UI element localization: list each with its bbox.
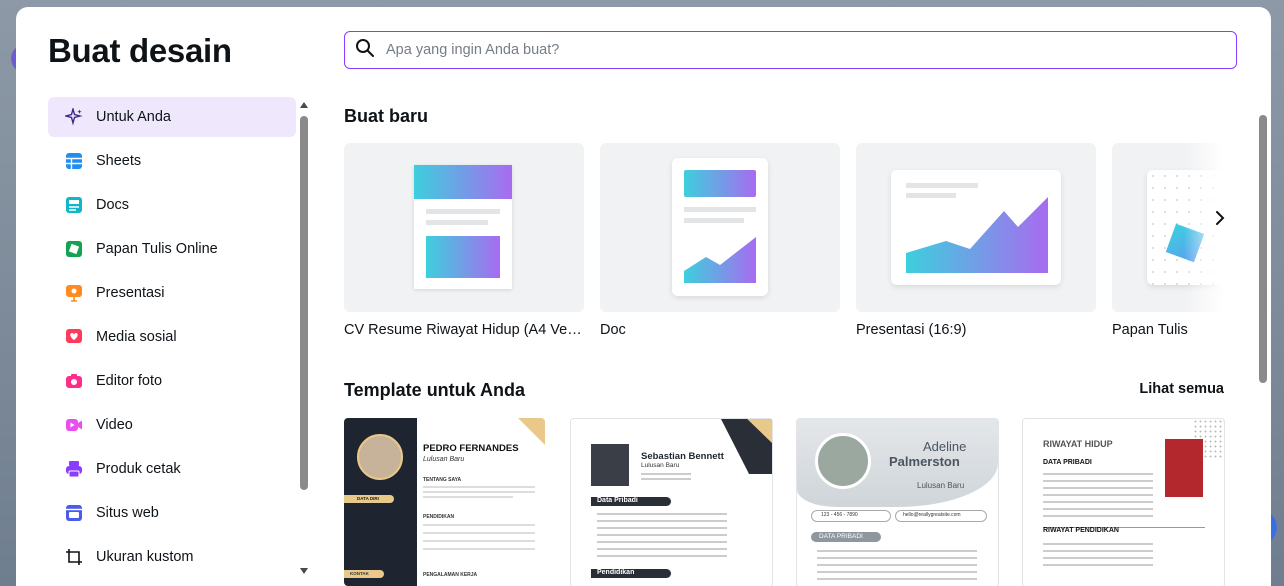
scroll-up-arrow-icon[interactable] bbox=[300, 102, 308, 108]
create-card-doc[interactable]: Doc bbox=[600, 143, 840, 338]
camera-icon bbox=[65, 372, 83, 390]
create-new-heading: Buat baru bbox=[344, 106, 429, 126]
template-subtitle: Lulusan Baru bbox=[641, 462, 680, 469]
sidebar-item-label: Editor foto bbox=[96, 373, 163, 389]
website-icon bbox=[65, 504, 83, 522]
templates-heading: Template untuk Anda bbox=[344, 380, 526, 400]
chevron-right-icon bbox=[1215, 210, 1225, 230]
template-section: PENDIDIKAN bbox=[423, 514, 455, 520]
template-card-riwayat[interactable]: RIWAYAT HIDUP DATA PRIBADI RIWAYAT PENDI… bbox=[1022, 418, 1225, 586]
template-section: Pendidikan bbox=[597, 569, 635, 576]
modal-title: Buat desain bbox=[48, 32, 232, 69]
card-label: Presentasi (16:9) bbox=[856, 322, 967, 338]
template-section: DATA DIRI bbox=[357, 496, 379, 501]
whiteboard-icon bbox=[65, 240, 83, 258]
template-card-pedro[interactable]: PEDRO FERNANDES Lulusan Baru DATA DIRI T… bbox=[344, 418, 545, 586]
main-scrollbar-thumb[interactable] bbox=[1259, 115, 1267, 383]
crop-icon bbox=[65, 548, 83, 566]
create-card-presentation[interactable]: Presentasi (16:9) bbox=[856, 143, 1096, 338]
avatar bbox=[1165, 439, 1203, 497]
template-section: Data Pribadi bbox=[597, 497, 638, 504]
sidebar-item-label: Papan Tulis Online bbox=[96, 241, 218, 257]
search-input[interactable] bbox=[384, 41, 1208, 59]
sidebar-item-media-sosial[interactable]: Media sosial bbox=[48, 317, 296, 357]
sidebar-item-docs[interactable]: Docs bbox=[48, 185, 296, 225]
template-section: DATA PRIBADI bbox=[1043, 459, 1092, 466]
sidebar-item-label: Media sosial bbox=[96, 329, 177, 345]
sheets-icon bbox=[65, 152, 83, 170]
presentation-icon bbox=[65, 284, 83, 302]
template-section: PENGALAMAN KERJA bbox=[423, 572, 478, 578]
sidebar-item-label: Untuk Anda bbox=[96, 109, 171, 125]
see-all-link[interactable]: Lihat semua bbox=[1139, 381, 1224, 397]
scroll-down-arrow-icon[interactable] bbox=[300, 568, 308, 574]
template-section: TENTANG SAYA bbox=[423, 477, 462, 483]
template-card-adeline[interactable]: Adeline Palmerston Lulusan Baru 123 - 45… bbox=[796, 418, 999, 586]
sidebar-item-label: Situs web bbox=[96, 505, 159, 521]
create-design-modal: Buat desain Untuk Anda Sheets Docs bbox=[16, 7, 1271, 586]
avatar bbox=[815, 433, 871, 489]
template-phone: 123 - 456 - 7890 bbox=[821, 512, 858, 518]
template-card-sebastian[interactable]: Sebastian Bennett Lulusan Baru Data Prib… bbox=[570, 418, 773, 586]
sparkle-icon bbox=[65, 108, 83, 126]
template-subtitle: Lulusan Baru bbox=[917, 481, 965, 490]
sidebar-item-untuk-anda[interactable]: Untuk Anda bbox=[48, 97, 296, 137]
sidebar-item-presentasi[interactable]: Presentasi bbox=[48, 273, 296, 313]
card-label: CV Resume Riwayat Hidup (A4 Vertikal) bbox=[344, 322, 584, 338]
template-name: RIWAYAT HIDUP bbox=[1043, 439, 1113, 449]
sidebar-item-label: Presentasi bbox=[96, 285, 165, 301]
card-label: Doc bbox=[600, 322, 626, 338]
presentation-thumbnail bbox=[856, 143, 1096, 312]
template-email: hello@reallygreatsite.com bbox=[903, 512, 961, 518]
sidebar-item-label: Ukuran kustom bbox=[96, 549, 194, 565]
template-section: RIWAYAT PENDIDIKAN bbox=[1043, 527, 1119, 534]
sidebar-item-video[interactable]: Video bbox=[48, 405, 296, 445]
category-sidebar: Untuk Anda Sheets Docs Papan Tulis Onlin… bbox=[48, 97, 296, 581]
main-scrollbar[interactable] bbox=[1259, 105, 1267, 577]
template-subtitle: Lulusan Baru bbox=[423, 456, 465, 463]
doc-thumbnail bbox=[600, 143, 840, 312]
template-name-last: Palmerston bbox=[889, 454, 960, 469]
avatar bbox=[591, 444, 629, 486]
docs-icon bbox=[65, 196, 83, 214]
template-name: Sebastian Bennett bbox=[641, 451, 724, 462]
cv-thumbnail bbox=[344, 143, 584, 312]
sidebar-item-editor-foto[interactable]: Editor foto bbox=[48, 361, 296, 401]
printer-icon bbox=[65, 460, 83, 478]
template-name-first: Adeline bbox=[923, 439, 967, 454]
template-section: DATA PRIBADI bbox=[819, 533, 863, 540]
sidebar-item-label: Sheets bbox=[96, 153, 142, 169]
template-name: PEDRO FERNANDES bbox=[423, 443, 519, 454]
sidebar-item-sheets[interactable]: Sheets bbox=[48, 141, 296, 181]
search-icon bbox=[355, 38, 375, 63]
sidebar-scrollbar-thumb[interactable] bbox=[300, 116, 308, 490]
search-box[interactable] bbox=[344, 31, 1237, 69]
sidebar-item-label: Produk cetak bbox=[96, 461, 181, 477]
video-icon bbox=[65, 416, 83, 434]
sidebar-scrollbar[interactable] bbox=[300, 102, 308, 574]
sidebar-item-produk-cetak[interactable]: Produk cetak bbox=[48, 449, 296, 489]
heart-icon bbox=[65, 328, 83, 346]
create-card-cv[interactable]: CV Resume Riwayat Hidup (A4 Vertikal) bbox=[344, 143, 584, 338]
card-label: Papan Tulis bbox=[1112, 322, 1188, 338]
carousel-next-button[interactable] bbox=[1205, 205, 1235, 235]
sidebar-item-ukuran-kustom[interactable]: Ukuran kustom bbox=[48, 537, 296, 577]
sidebar-item-label: Video bbox=[96, 417, 133, 433]
sidebar-item-situs-web[interactable]: Situs web bbox=[48, 493, 296, 533]
sidebar-item-label: Docs bbox=[96, 197, 130, 213]
template-section: KONTAK bbox=[350, 571, 369, 576]
sidebar-item-papan-tulis-online[interactable]: Papan Tulis Online bbox=[48, 229, 296, 269]
avatar bbox=[357, 434, 403, 480]
